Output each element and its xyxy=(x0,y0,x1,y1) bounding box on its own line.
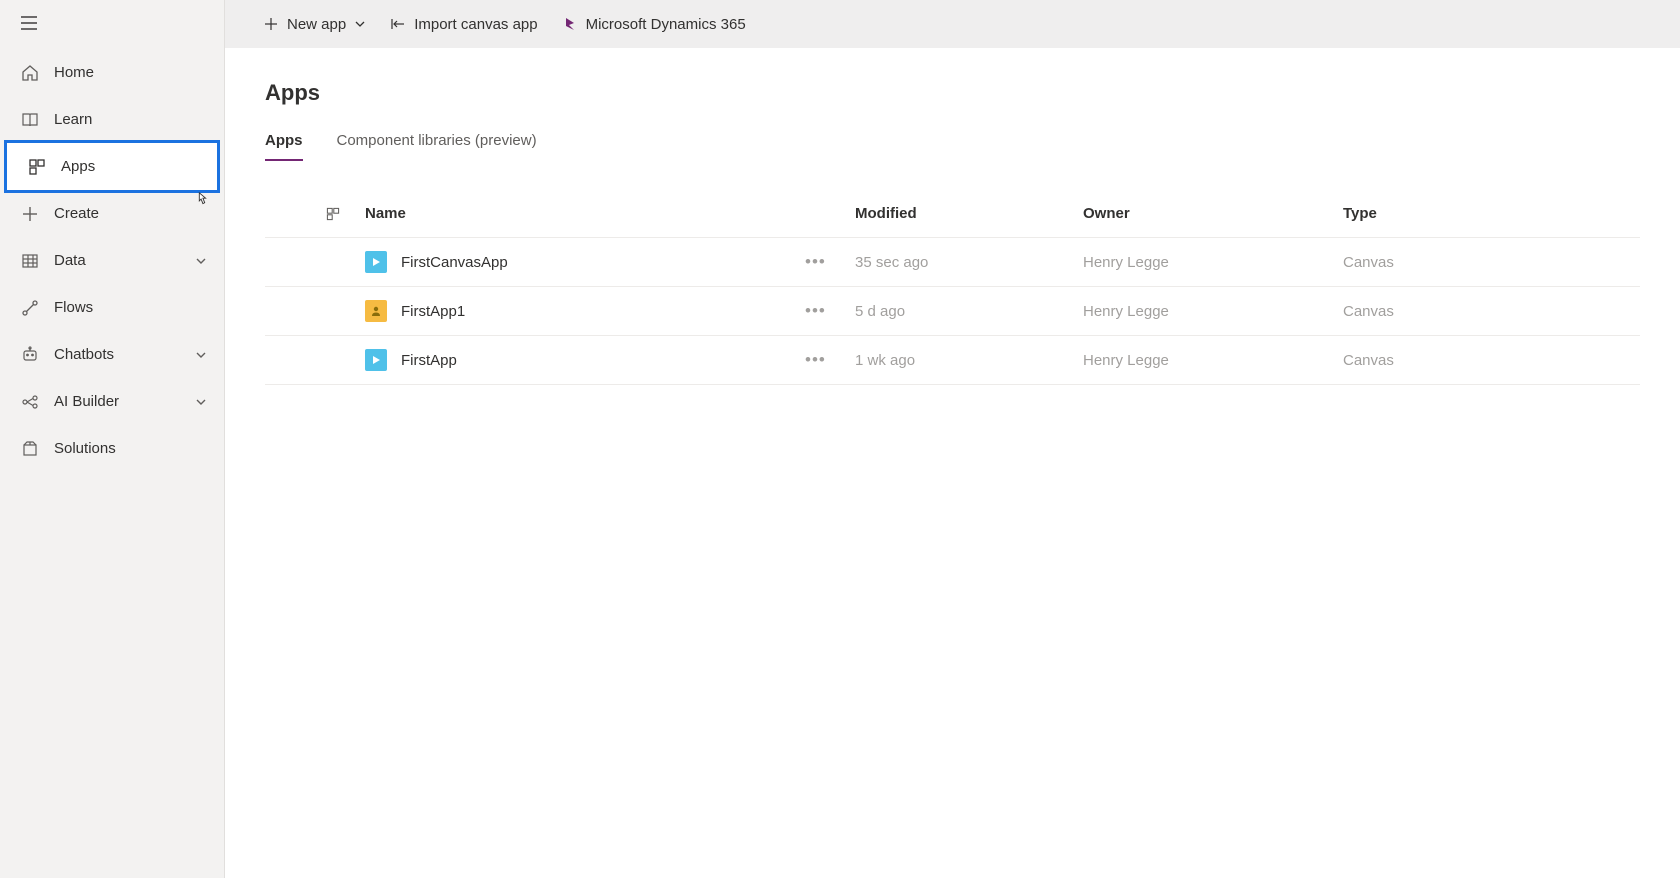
chevron-down-icon xyxy=(194,254,208,268)
sidebar-item-label: AI Builder xyxy=(54,393,194,410)
row-type: Canvas xyxy=(1343,254,1640,271)
row-type: Canvas xyxy=(1343,303,1640,320)
column-header-icon[interactable] xyxy=(325,206,365,222)
app-icon xyxy=(365,349,387,371)
command-bar: New app Import canvas app Microsoft Dyna… xyxy=(225,0,1680,48)
table-row[interactable]: FirstApp1 •••5 d agoHenry LeggeCanvas xyxy=(265,287,1640,336)
table-row[interactable]: FirstCanvasApp •••35 sec agoHenry LeggeCa… xyxy=(265,238,1640,287)
row-modified: 1 wk ago xyxy=(855,352,1083,369)
column-header-modified[interactable]: Modified xyxy=(855,205,1083,222)
flow-icon xyxy=(20,298,40,318)
row-owner: Henry Legge xyxy=(1083,352,1343,369)
new-app-button[interactable]: New app xyxy=(263,16,366,33)
dynamics-icon xyxy=(562,16,578,32)
sidebar-item-label: Flows xyxy=(54,299,208,316)
sidebar-item-data[interactable]: Data xyxy=(0,237,224,284)
table-icon xyxy=(20,251,40,271)
sidebar-item-chatbots[interactable]: Chatbots xyxy=(0,331,224,378)
tab-component-libraries[interactable]: Component libraries (preview) xyxy=(337,132,537,161)
row-owner: Henry Legge xyxy=(1083,254,1343,271)
import-icon xyxy=(390,16,406,32)
book-icon xyxy=(20,110,40,130)
sidebar-item-apps[interactable]: Apps xyxy=(7,143,217,190)
row-modified: 5 d ago xyxy=(855,303,1083,320)
sidebar-item-create[interactable]: Create xyxy=(0,190,224,237)
column-header-owner[interactable]: Owner xyxy=(1083,205,1343,222)
app-icon xyxy=(365,300,387,322)
import-canvas-button[interactable]: Import canvas app xyxy=(390,16,537,33)
sidebar: Home Learn Apps Create Data Flows Cha xyxy=(0,0,225,878)
sidebar-item-label: Create xyxy=(54,205,208,222)
row-more-button[interactable]: ••• xyxy=(805,301,855,321)
content-area: Apps Apps Component libraries (preview) … xyxy=(225,48,1680,878)
ai-icon xyxy=(20,392,40,412)
tab-apps[interactable]: Apps xyxy=(265,132,303,161)
chevron-down-icon xyxy=(354,18,366,30)
apps-icon xyxy=(325,206,341,222)
package-icon xyxy=(20,439,40,459)
column-header-name[interactable]: Name xyxy=(365,205,805,222)
sidebar-item-solutions[interactable]: Solutions xyxy=(0,425,224,472)
plus-icon xyxy=(20,204,40,224)
dynamics-button[interactable]: Microsoft Dynamics 365 xyxy=(562,16,746,33)
hamburger-button[interactable] xyxy=(0,0,224,45)
home-icon xyxy=(20,63,40,83)
table-header: Name Modified Owner Type xyxy=(265,190,1640,238)
app-icon xyxy=(365,251,387,273)
page-title: Apps xyxy=(265,80,1640,106)
column-header-type[interactable]: Type xyxy=(1343,205,1640,222)
sidebar-item-learn[interactable]: Learn xyxy=(0,96,224,143)
table-row[interactable]: FirstApp •••1 wk agoHenry LeggeCanvas xyxy=(265,336,1640,385)
main: New app Import canvas app Microsoft Dyna… xyxy=(225,0,1680,878)
sidebar-item-home[interactable]: Home xyxy=(0,49,224,96)
hamburger-icon xyxy=(20,14,38,32)
chevron-down-icon xyxy=(194,395,208,409)
app-name[interactable]: FirstApp1 xyxy=(401,303,465,320)
sidebar-item-label: Apps xyxy=(61,158,201,175)
row-modified: 35 sec ago xyxy=(855,254,1083,271)
sidebar-item-flows[interactable]: Flows xyxy=(0,284,224,331)
plus-icon xyxy=(263,16,279,32)
sidebar-item-label: Learn xyxy=(54,111,208,128)
row-owner: Henry Legge xyxy=(1083,303,1343,320)
import-label: Import canvas app xyxy=(414,16,537,33)
sidebar-item-label: Solutions xyxy=(54,440,208,457)
app-name[interactable]: FirstCanvasApp xyxy=(401,254,508,271)
nav: Home Learn Apps Create Data Flows Cha xyxy=(0,45,224,472)
dynamics-label: Microsoft Dynamics 365 xyxy=(586,16,746,33)
row-type: Canvas xyxy=(1343,352,1640,369)
apps-table: Name Modified Owner Type FirstCanvasApp •… xyxy=(265,190,1640,385)
bot-icon xyxy=(20,345,40,365)
apps-icon xyxy=(27,157,47,177)
new-app-label: New app xyxy=(287,16,346,33)
tabs: Apps Component libraries (preview) xyxy=(265,132,1640,162)
app-name[interactable]: FirstApp xyxy=(401,352,457,369)
row-more-button[interactable]: ••• xyxy=(805,252,855,272)
sidebar-item-label: Data xyxy=(54,252,194,269)
chevron-down-icon xyxy=(194,348,208,362)
sidebar-item-label: Home xyxy=(54,64,208,81)
row-more-button[interactable]: ••• xyxy=(805,350,855,370)
sidebar-item-ai-builder[interactable]: AI Builder xyxy=(0,378,224,425)
sidebar-item-label: Chatbots xyxy=(54,346,194,363)
